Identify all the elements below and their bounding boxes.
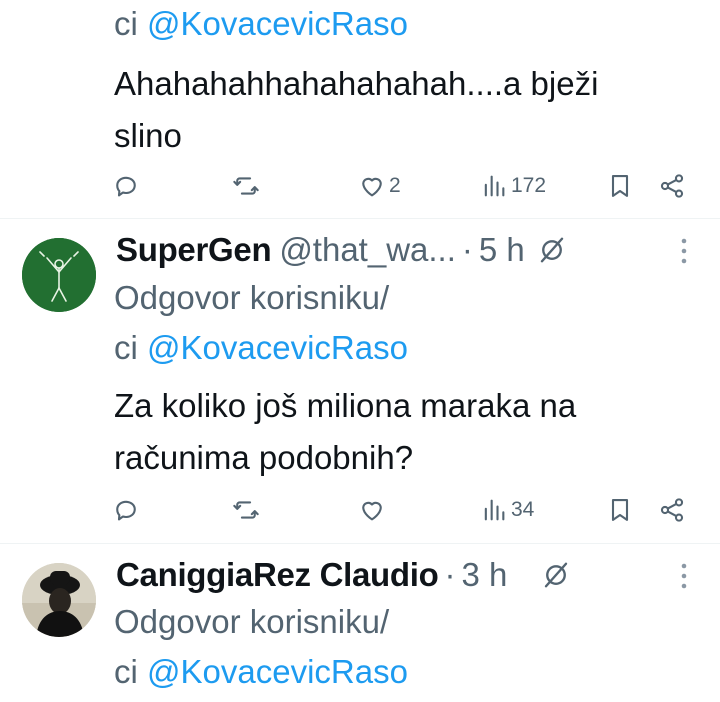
like-button[interactable] xyxy=(358,490,389,530)
reply-label: Odgovor korisniku/ xyxy=(114,279,390,316)
reply-to-line: ci @KovacevicRaso xyxy=(114,328,408,368)
tweet-text: Ahahahahhahahahahah....a bježi slino xyxy=(114,58,704,162)
like-count: 2 xyxy=(389,174,401,197)
tweet-actions: 2 172 xyxy=(112,166,692,206)
share-button[interactable] xyxy=(658,166,686,206)
reply-to-line: ci @KovacevicRaso xyxy=(114,652,408,692)
bookmark-icon xyxy=(611,499,629,521)
display-name[interactable]: CaniggiaRez Claudio xyxy=(116,556,439,594)
retweet-button[interactable] xyxy=(232,490,263,530)
views-button[interactable]: 172 xyxy=(480,166,546,206)
reply-to-line: ci @KovacevicRaso xyxy=(114,4,408,44)
reply-prefix: ci xyxy=(114,653,147,690)
tweet-text-line: Za koliko još miliona maraka na xyxy=(114,387,577,424)
more-icon[interactable] xyxy=(676,561,692,591)
timestamp[interactable]: 3 h xyxy=(462,556,508,594)
bookmark-button[interactable] xyxy=(606,166,634,206)
retweet-button[interactable] xyxy=(232,166,263,206)
divider xyxy=(0,218,720,219)
avatar-image xyxy=(22,563,96,637)
separator-dot: · xyxy=(461,231,473,268)
like-button[interactable]: 2 xyxy=(358,166,401,206)
mention-link[interactable]: @KovacevicRaso xyxy=(147,329,408,366)
views-icon xyxy=(484,499,505,521)
bookmark-icon xyxy=(611,175,629,197)
bookmark-button[interactable] xyxy=(606,490,634,530)
tweet-text-line: slino xyxy=(114,117,182,154)
like-icon xyxy=(362,177,382,197)
retweet-icon xyxy=(233,177,259,195)
grok-icon[interactable] xyxy=(541,560,571,590)
avatar-image xyxy=(22,238,96,312)
tweet-header: CaniggiaRez Claudio · 3 h xyxy=(116,553,571,597)
share-icon xyxy=(660,174,684,198)
grok-icon[interactable] xyxy=(537,235,567,265)
view-count: 172 xyxy=(511,174,547,197)
mention-link[interactable]: @KovacevicRaso xyxy=(147,5,408,42)
reply-icon xyxy=(116,176,136,197)
reply-prefix: ci xyxy=(114,5,147,42)
divider xyxy=(0,543,720,544)
mention-link[interactable]: @KovacevicRaso xyxy=(147,653,408,690)
share-icon xyxy=(660,498,684,522)
like-icon xyxy=(362,501,382,521)
views-button[interactable]: 34 xyxy=(480,490,534,530)
tweet-text-line: Ahahahahhahahahahah....a bježi xyxy=(114,65,599,102)
reply-label: Odgovor korisniku/ xyxy=(114,603,390,640)
display-name[interactable]: SuperGen xyxy=(116,231,272,269)
avatar[interactable] xyxy=(22,238,96,312)
tweet-text: Za koliko još miliona maraka na računima… xyxy=(114,380,704,484)
avatar[interactable] xyxy=(22,563,96,637)
timestamp[interactable]: 5 h xyxy=(479,231,525,269)
share-button[interactable] xyxy=(658,490,686,530)
tweet-header: SuperGen @that_wa... · 5 h xyxy=(116,228,567,272)
view-count: 34 xyxy=(511,498,535,521)
user-handle[interactable]: @that_wa... xyxy=(279,231,456,269)
reply-prefix: ci xyxy=(114,329,147,366)
retweet-icon xyxy=(233,501,259,519)
reply-button[interactable] xyxy=(112,490,143,530)
reply-button[interactable] xyxy=(112,166,143,206)
tweet-text-line: računima podobnih? xyxy=(114,439,414,476)
views-icon xyxy=(484,175,505,197)
tweet-actions: 34 xyxy=(112,490,692,530)
more-icon[interactable] xyxy=(676,236,692,266)
separator-dot: · xyxy=(444,556,456,593)
reply-icon xyxy=(116,500,136,521)
